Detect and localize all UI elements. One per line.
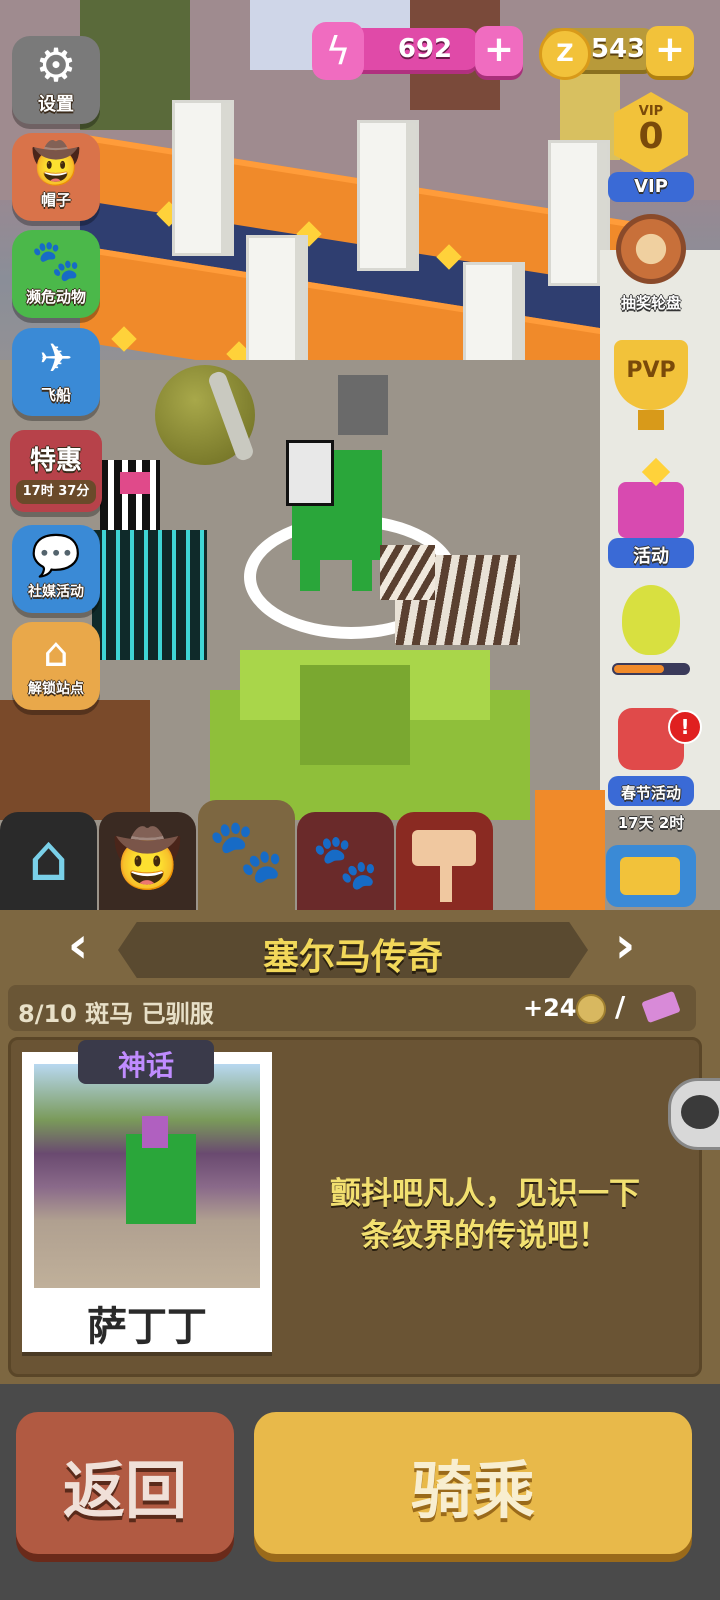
event-button[interactable]: 活动 bbox=[608, 457, 694, 572]
reward-divider: / bbox=[615, 990, 626, 1023]
animal-card[interactable]: 萨丁丁 bbox=[22, 1052, 272, 1352]
chat-bubble-icon bbox=[681, 1095, 719, 1129]
hat-icon: 🤠 bbox=[31, 141, 81, 187]
feeder-post bbox=[338, 375, 388, 435]
shop-button[interactable] bbox=[606, 845, 696, 907]
vip-label: VIP bbox=[634, 176, 668, 197]
tamed-progress: 8/10 斑马 已驯服 bbox=[18, 1000, 214, 1028]
cowboy-icon: 🤠 bbox=[112, 827, 183, 892]
zebra-neon[interactable] bbox=[92, 530, 207, 660]
egg-icon bbox=[622, 585, 680, 655]
vip-level: 0 bbox=[638, 116, 664, 157]
paw-icon: 🐾 bbox=[31, 238, 81, 284]
reward-amount: +24 bbox=[523, 994, 577, 1022]
next-arrow-button[interactable]: › bbox=[605, 920, 645, 970]
description-line-2: 条纹界的传说吧！ bbox=[361, 1218, 609, 1254]
ride-label: 骑乘 bbox=[410, 1454, 535, 1527]
chat-toggle-button[interactable] bbox=[668, 1078, 720, 1150]
coin-counter: Z 543 bbox=[539, 28, 655, 80]
lottery-wheel-button[interactable]: 抽奖轮盘 bbox=[608, 210, 694, 320]
add-energy-button[interactable]: + bbox=[475, 26, 523, 76]
settings-label: 设置 bbox=[38, 94, 74, 115]
zebra-head bbox=[286, 440, 334, 506]
unlock-station-label: 解锁站点 bbox=[28, 681, 84, 697]
pvp-label: PVP bbox=[626, 358, 676, 383]
spring-festival-button[interactable]: ! 春节活动 17天 2时 bbox=[608, 702, 702, 832]
rarity-label: 神话 bbox=[117, 1049, 174, 1082]
airship-label: 飞船 bbox=[40, 386, 71, 404]
hat-button[interactable]: 🤠 帽子 bbox=[12, 133, 100, 221]
coin-icon: Z bbox=[539, 28, 591, 80]
special-offer-button[interactable]: 特惠 17时 37分 bbox=[10, 430, 102, 512]
gear-icon: ⚙ bbox=[35, 38, 77, 92]
settings-button[interactable]: ⚙ 设置 bbox=[12, 36, 100, 124]
vip-button[interactable]: VIP 0 VIP bbox=[608, 92, 694, 202]
social-event-label: 社媒活动 bbox=[28, 584, 84, 600]
add-coin-button[interactable]: + bbox=[646, 26, 694, 76]
endangered-animals-label: 濒危动物 bbox=[25, 288, 86, 306]
lightning-icon: ϟ bbox=[312, 22, 364, 80]
description-line-1: 颤抖吧凡人，见识一下 bbox=[330, 1176, 640, 1212]
wooden-crate bbox=[0, 700, 150, 820]
chat-icon: 💬 bbox=[31, 533, 81, 579]
airship-button[interactable]: ✈ 飞船 bbox=[12, 328, 100, 416]
panel-title: 塞尔马传奇 bbox=[262, 937, 443, 978]
back-label: 返回 bbox=[62, 1454, 187, 1527]
fence-post bbox=[357, 120, 419, 271]
alert-badge: ! bbox=[668, 710, 702, 744]
egg-progress-fill bbox=[614, 665, 664, 673]
tab-hats[interactable]: 🤠 bbox=[99, 812, 196, 912]
energy-counter: ϟ 692 bbox=[312, 22, 478, 80]
coin-value: 543 bbox=[590, 34, 646, 64]
social-event-button[interactable]: 💬 社媒活动 bbox=[12, 525, 100, 613]
bow bbox=[120, 472, 150, 494]
ride-button[interactable]: 骑乘 bbox=[254, 1412, 692, 1554]
prev-arrow-button[interactable]: ‹ bbox=[58, 920, 98, 970]
back-button[interactable]: 返回 bbox=[16, 1412, 234, 1554]
tab-animals[interactable]: 🐾 bbox=[198, 800, 295, 912]
tab-home[interactable]: ⌂ bbox=[0, 812, 97, 912]
paint-roller-handle bbox=[440, 866, 452, 902]
house-icon: ⌂ bbox=[28, 822, 69, 896]
spring-festival-label: 春节活动 bbox=[620, 784, 681, 802]
zebra-pink-bow bbox=[100, 460, 160, 530]
pvp-button[interactable]: PVP bbox=[608, 340, 694, 450]
station-icon: ⌂ bbox=[43, 630, 69, 676]
zebra-leg bbox=[352, 556, 372, 591]
animal-name: 萨丁丁 bbox=[87, 1304, 207, 1350]
shop-icon bbox=[620, 857, 680, 895]
tab-pets[interactable]: 🐾 bbox=[297, 812, 394, 912]
endangered-animals-button[interactable]: 🐾 濒危动物 bbox=[12, 230, 100, 318]
lottery-wheel-label: 抽奖轮盘 bbox=[620, 294, 681, 312]
special-offer-label: 特惠 bbox=[29, 446, 82, 476]
zebra-leg bbox=[300, 556, 320, 591]
energy-value: 692 bbox=[397, 34, 453, 64]
zebra-brown-head bbox=[380, 545, 435, 600]
tab-decor[interactable] bbox=[396, 812, 493, 912]
spring-festival-timer: 17天 2时 bbox=[617, 814, 685, 832]
paint-roller-icon bbox=[412, 830, 476, 866]
coin-icon bbox=[576, 994, 606, 1024]
bush-center bbox=[300, 665, 410, 765]
egg-progress-bar bbox=[612, 663, 690, 675]
special-offer-timer: 17时 37分 bbox=[16, 480, 96, 504]
wheel-icon bbox=[616, 214, 686, 284]
airship-icon: ✈ bbox=[39, 336, 73, 382]
trophy-stem bbox=[638, 410, 664, 430]
fence-post bbox=[172, 100, 234, 256]
event-label: 活动 bbox=[633, 546, 669, 567]
animal-photo bbox=[34, 1064, 260, 1288]
unlock-station-button[interactable]: ⌂ 解锁站点 bbox=[12, 622, 100, 710]
gift-icon bbox=[618, 482, 684, 538]
paw-icon: 🐾 bbox=[207, 814, 286, 887]
hat-label: 帽子 bbox=[40, 191, 71, 209]
orange-block bbox=[535, 790, 605, 910]
egg-hatch-button[interactable] bbox=[608, 585, 694, 685]
rider-figure bbox=[142, 1116, 168, 1148]
paw-white-icon: 🐾 bbox=[311, 830, 380, 893]
